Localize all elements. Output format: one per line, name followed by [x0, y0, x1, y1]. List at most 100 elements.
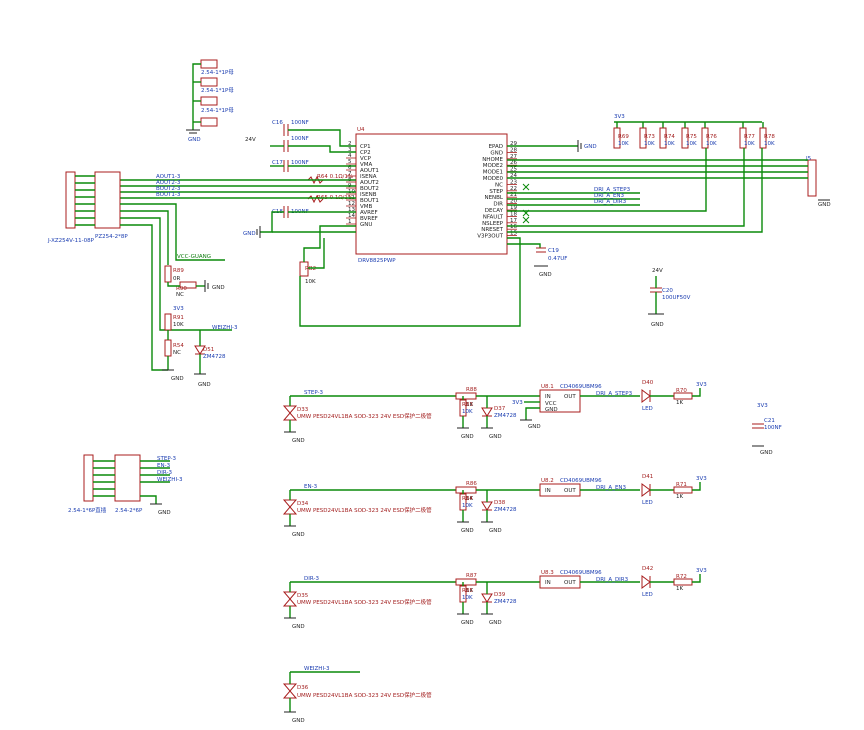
- ic-pin-name: NRESET: [481, 227, 503, 233]
- cap-c16: C16: [272, 120, 283, 126]
- buffer-ref: U8.1: [541, 384, 554, 390]
- led-label: LED: [642, 592, 653, 598]
- ic-value: DRV8825PWP: [358, 258, 396, 264]
- buffer-pin-out: OUT: [564, 580, 576, 586]
- buffer-pin-out: OUT: [564, 488, 576, 494]
- input-channel: EN-3 GND D34UMW PESD24VL1BA SOD-323 24V ES…: [282, 474, 707, 538]
- gnd-label-esd4: GND: [292, 718, 305, 724]
- cap-c17-value: 100NF: [291, 160, 309, 166]
- ic-pin-name: DECAY: [485, 208, 504, 214]
- ic-pin-name: V3P3OUT: [477, 234, 503, 240]
- ic-pin-name: NFAULT: [483, 214, 504, 220]
- zener-ref: D39: [494, 592, 506, 598]
- v3-left: 3V3: [173, 306, 184, 312]
- ic-pin-name: MODE2: [483, 163, 503, 169]
- buffer-pin-in: IN: [545, 394, 551, 400]
- gnd-label-left3: GND: [198, 382, 211, 388]
- header-label-2: 2.54-1*1P母: [201, 87, 234, 94]
- ic-pin-name: DIR: [493, 202, 503, 208]
- pullup-ref: R78: [764, 134, 775, 140]
- pullup-ref: R69: [618, 134, 629, 140]
- ic-pin-num: 17: [510, 218, 517, 224]
- cap-c21: C21: [764, 418, 775, 424]
- net-en-conn: EN-3: [157, 463, 171, 469]
- schematic-canvas: 2.54-1*1P母 2.54-1*1P母 2.54-1*1P母 GND U4 …: [47, 59, 831, 724]
- rsense-a: R64 0.1Ω/1%: [317, 174, 353, 180]
- zener-val: ZM4728: [494, 413, 517, 419]
- ic-pin-num: 22: [510, 186, 517, 192]
- ic-pin-name: NSLEEP: [482, 221, 504, 227]
- pullup-ref: R75: [686, 134, 697, 140]
- buffer-out-net: DRI_A_STEP3: [596, 391, 633, 397]
- cap-c16-value: 100NF: [291, 120, 309, 126]
- ic-pin-name: STEP: [489, 189, 503, 195]
- header-sockets-group: 2.54-1*1P母 2.54-1*1P母 2.54-1*1P母 GND: [186, 59, 234, 143]
- pullup-value: 10K: [764, 141, 775, 147]
- ic-pin-name: EPAD: [489, 144, 503, 150]
- esd-ref: D35: [297, 593, 309, 599]
- led-ref: D40: [642, 380, 654, 386]
- r-left-2-val: NC: [176, 292, 184, 298]
- r-left-1: R89: [173, 268, 184, 274]
- net-weizhi-esd: WEIZHI-3: [304, 666, 330, 672]
- input-connector: 2.54-1*6P直插 2.54-2*6P STEP-3 EN-3 DIR-3 …: [68, 454, 183, 516]
- buffer-pin-in: IN: [545, 488, 551, 494]
- gnd-label: GND: [461, 620, 474, 626]
- esd-desc: UMW PESD24VL1BA SOD-323 24V ESD保护二极管: [297, 598, 432, 606]
- cap-c21-val: 100NF: [764, 425, 782, 431]
- v24-label-1: 24V: [245, 137, 256, 143]
- pulldown-val: 10K: [462, 503, 473, 509]
- pulldown-ref: R85: [462, 588, 473, 594]
- ic-pin-num: 28: [510, 147, 517, 153]
- buffer-part: CD4069UBM96: [560, 570, 602, 576]
- pullup-value: 10K: [664, 141, 675, 147]
- led-r-val: 1K: [676, 400, 683, 406]
- pullup-value: 10K: [618, 141, 629, 147]
- pullup-value: 10K: [644, 141, 655, 147]
- pulldown-ref: R84: [462, 496, 473, 502]
- input-channel: DIR-3 GND D35UMW PESD24VL1BA SOD-323 24V E…: [282, 566, 707, 630]
- gnd-label-conn: GND: [158, 510, 171, 516]
- series-r-ref: R87: [466, 573, 477, 579]
- gnd-label-left2: GND: [171, 376, 184, 382]
- gnd-label-epad: GND: [584, 144, 597, 150]
- ic-pin-num: 19: [510, 205, 517, 211]
- gnd-label-ic: GND: [243, 231, 256, 237]
- power-caps: C19 0.47UF GND 24V C20 100UF50V GND 3V3 …: [534, 247, 782, 456]
- series-r-ref: R86: [466, 481, 477, 487]
- ic-pin-name: NENBL: [484, 195, 503, 201]
- gnd-label-j5: GND: [818, 202, 831, 208]
- r-left-3-val: 10K: [173, 322, 184, 328]
- pulldown-val: 10K: [462, 595, 473, 601]
- left-connector: J-XZ254V-11-08P PZ254-2*8P VCC-GUANG WEI…: [47, 171, 238, 371]
- zener-val: ZM4728: [494, 599, 517, 605]
- gnd-label: GND: [461, 434, 474, 440]
- buffer-v3: 3V3: [512, 400, 523, 406]
- cap-c19-val: 0.47UF: [548, 256, 567, 262]
- buffer-part: CD4069UBM96: [560, 478, 602, 484]
- cap-c20: C20: [662, 288, 673, 294]
- buffer-out-net: DRI_A_DIR3: [596, 577, 629, 583]
- esd-d36: D36: [297, 685, 309, 691]
- conn-j-label: J-XZ254V-11-08P: [47, 238, 95, 244]
- header-label-3: 2.54-1*1P母: [201, 107, 234, 114]
- cap-c20-val: 100UF50V: [662, 295, 691, 301]
- v3-top-right: 3V3: [614, 114, 625, 120]
- cap-c17: C17: [272, 160, 283, 166]
- net-vcc-guang: VCC-GUANG: [177, 254, 211, 260]
- led-r-val: 1K: [676, 494, 683, 500]
- esd-desc: UMW PESD24VL1BA SOD-323 24V ESD保护二极管: [297, 506, 432, 514]
- gnd-label: GND: [292, 624, 305, 630]
- net-weizhi-left: WEIZHI-3: [212, 325, 238, 331]
- input-channels: STEP-3GNDD33UMW PESD24VL1BA SOD-323 24V …: [282, 380, 707, 630]
- channel-net-label: EN-3: [304, 484, 318, 490]
- j5-ref: J5: [805, 156, 812, 162]
- ic-pin-name: GND: [490, 150, 503, 156]
- pulldown-val: 10K: [462, 409, 473, 415]
- ic-drv8825: U4 DRV8825PWP 2 CP13 CP24 VCP5 VMA6 AOUT17 ISE…: [346, 127, 530, 264]
- led-ref: D42: [642, 566, 653, 572]
- header-label-1: 2.54-1*1P母: [201, 69, 234, 76]
- gnd-label: GND: [528, 424, 541, 430]
- esd-d36-desc: UMW PESD24VL1BA SOD-323 24V ESD保护二极管: [297, 691, 432, 699]
- led-v3: 3V3: [696, 568, 707, 574]
